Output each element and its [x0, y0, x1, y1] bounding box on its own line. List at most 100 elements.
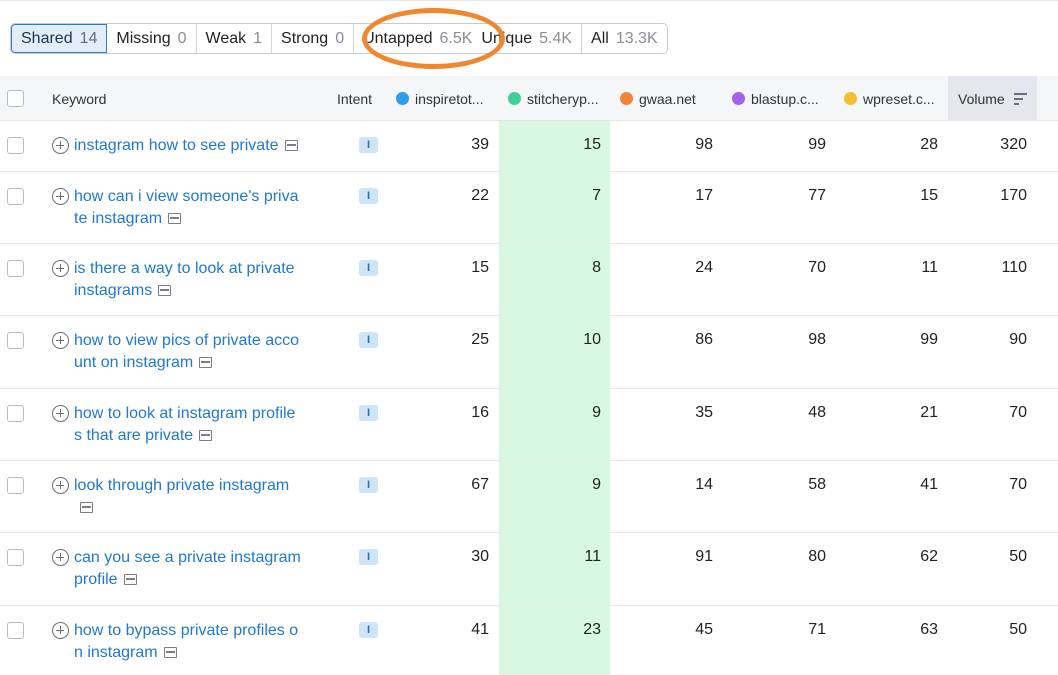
keyword-cell: how to view pics of private account on i…	[52, 330, 302, 374]
keyword-cell: is there a way to look at private instag…	[52, 258, 302, 302]
keyword-cell: how can i view someone's private instagr…	[52, 186, 302, 230]
domain-position-cell: 14	[695, 476, 713, 493]
domain-position-cell: 10	[583, 331, 601, 348]
serp-icon[interactable]	[123, 574, 137, 585]
add-keyword-icon[interactable]	[52, 188, 69, 205]
keyword-text: instagram how to see private	[74, 137, 279, 154]
tab-untapped[interactable]: Untapped 6.5K	[354, 24, 473, 53]
row-checkbox[interactable]	[7, 549, 24, 566]
col-domain-4[interactable]: blastup.c...	[732, 76, 819, 121]
keyword-link[interactable]: how to bypass private profiles on instag…	[74, 620, 302, 664]
keyword-link[interactable]: is there a way to look at private instag…	[74, 258, 302, 302]
add-keyword-icon[interactable]	[52, 477, 69, 494]
keyword-table: Keyword Intent inspiretot... stitcheryp.…	[0, 76, 1058, 121]
domain-color-dot	[844, 92, 857, 105]
intent-badge[interactable]: I	[359, 405, 378, 421]
row-checkbox[interactable]	[7, 477, 24, 494]
domain-position-cell: 41	[920, 476, 938, 493]
serp-icon[interactable]	[163, 647, 177, 658]
add-keyword-icon[interactable]	[52, 549, 69, 566]
serp-icon[interactable]	[168, 213, 182, 224]
table-row: is there a way to look at private instag…	[0, 244, 1058, 316]
domain-position-cell: 41	[471, 621, 489, 638]
col-keyword[interactable]: Keyword	[52, 76, 106, 121]
select-all-checkbox[interactable]	[7, 90, 24, 107]
row-checkbox[interactable]	[7, 622, 24, 639]
tab-count: 13.3K	[615, 29, 658, 47]
col-volume[interactable]: Volume	[948, 76, 1037, 121]
add-keyword-icon[interactable]	[52, 332, 69, 349]
tab-group-keywords: Shared 14 Missing 0 Weak 1 Strong 0 Unta…	[10, 23, 668, 54]
table-row: how can i view someone's private instagr…	[0, 172, 1058, 244]
domain-position-cell: 91	[695, 548, 713, 565]
domain-color-dot	[620, 92, 633, 105]
tab-weak[interactable]: Weak 1	[196, 24, 273, 53]
keyword-link[interactable]: how to look at instagram profiles that a…	[74, 403, 302, 447]
add-keyword-icon[interactable]	[52, 260, 69, 277]
domain-position-cell: 99	[808, 136, 826, 153]
keyword-link[interactable]: instagram how to see private	[74, 135, 302, 157]
domain-label: gwaa.net	[639, 90, 696, 107]
tab-shared[interactable]: Shared 14	[11, 24, 108, 53]
tab-strong[interactable]: Strong 0	[272, 24, 355, 53]
table-row: how to look at instagram profiles that a…	[0, 389, 1058, 461]
domain-label: inspiretot...	[415, 90, 484, 107]
col-domain-2[interactable]: stitcheryp...	[508, 76, 599, 121]
domain-color-dot	[396, 92, 409, 105]
tab-label: Weak	[205, 29, 247, 47]
keyword-text: how can i view someone's private instagr…	[74, 188, 299, 227]
serp-icon[interactable]	[80, 502, 93, 513]
row-checkbox[interactable]	[7, 137, 24, 154]
domain-position-cell: 25	[471, 331, 489, 348]
domain-position-cell: 99	[920, 331, 938, 348]
keyword-link[interactable]: how to view pics of private account on i…	[74, 330, 302, 374]
domain-position-cell: 30	[471, 548, 489, 565]
table-row: how to view pics of private account on i…	[0, 316, 1058, 389]
domain-label: blastup.c...	[751, 90, 819, 107]
volume-cell: 70	[1009, 476, 1027, 493]
intent-badge[interactable]: I	[359, 549, 378, 565]
col-domain-5[interactable]: wpreset.c...	[844, 76, 935, 121]
keyword-text: how to view pics of private account on i…	[74, 332, 299, 371]
serp-icon[interactable]	[199, 430, 213, 441]
intent-badge[interactable]: I	[359, 188, 378, 204]
add-keyword-icon[interactable]	[52, 137, 69, 154]
tab-all[interactable]: All 13.3K	[582, 24, 667, 53]
keyword-link[interactable]: look through private instagram	[74, 475, 302, 519]
intent-badge[interactable]: I	[359, 332, 378, 348]
domain-position-cell: 17	[695, 187, 713, 204]
col-domain-3[interactable]: gwaa.net	[620, 76, 696, 121]
keyword-text: is there a way to look at private instag…	[74, 260, 295, 299]
col-intent[interactable]: Intent	[337, 76, 372, 121]
table-row: look through private instagram I 67 9 14 58 41…	[0, 461, 1058, 533]
add-keyword-icon[interactable]	[52, 622, 69, 639]
row-checkbox[interactable]	[7, 188, 24, 205]
serp-icon[interactable]	[199, 357, 213, 368]
col-domain-1[interactable]: inspiretot...	[396, 76, 483, 121]
keyword-link[interactable]: how can i view someone's private instagr…	[74, 186, 302, 230]
serp-icon[interactable]	[158, 285, 172, 296]
table-header: Keyword Intent inspiretot... stitcheryp.…	[0, 76, 1058, 121]
domain-position-cell: 7	[592, 187, 601, 204]
domain-position-cell: 45	[695, 621, 713, 638]
volume-cell: 50	[1009, 548, 1027, 565]
domain-position-cell: 77	[808, 187, 826, 204]
intent-badge[interactable]: I	[359, 137, 378, 153]
row-checkbox[interactable]	[7, 260, 24, 277]
intent-badge[interactable]: I	[359, 260, 378, 276]
keyword-text: can you see a private instagram profile	[74, 549, 301, 588]
domain-position-cell: 9	[592, 476, 601, 493]
add-keyword-icon[interactable]	[52, 405, 69, 422]
filter-tabs: Shared 14 Missing 0 Weak 1 Strong 0 Unta…	[10, 23, 668, 54]
keyword-link[interactable]: can you see a private instagram profile	[74, 547, 302, 591]
intent-badge[interactable]: I	[359, 477, 378, 493]
intent-badge[interactable]: I	[359, 622, 378, 638]
table-row: instagram how to see private I 39 15 98 99 28 3…	[0, 121, 1058, 172]
row-checkbox[interactable]	[7, 405, 24, 422]
sort-icon	[1013, 92, 1027, 105]
serp-icon[interactable]	[284, 140, 298, 151]
row-checkbox[interactable]	[7, 332, 24, 349]
domain-position-cell: 98	[695, 136, 713, 153]
tab-missing[interactable]: Missing 0	[107, 24, 197, 53]
tab-unique[interactable]: Unique 5.4K	[472, 24, 583, 53]
